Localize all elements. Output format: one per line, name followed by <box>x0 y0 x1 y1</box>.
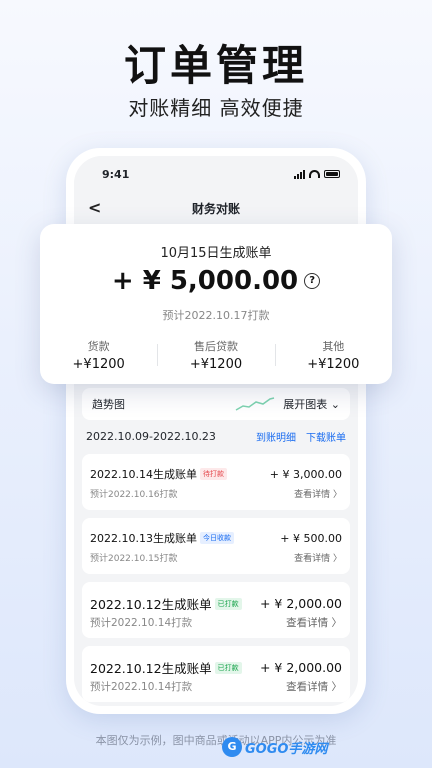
status-badge: 已打款 <box>214 597 242 610</box>
bill-expected: 预计2022.10.16打款 <box>90 490 178 500</box>
payout-detail-link[interactable]: 到账明细 <box>256 429 296 444</box>
trend-label: 趋势图 <box>92 398 125 411</box>
summary-stats: 货款 +¥1200 售后贷款 +¥1200 其他 +¥1200 <box>40 338 392 372</box>
stat-after-sale: 售后贷款 +¥1200 <box>157 338 274 372</box>
bill-expected: 预计2022.10.15打款 <box>90 554 178 564</box>
view-detail-link[interactable]: 查看详情 〉 <box>286 679 342 694</box>
view-detail-link[interactable]: 查看详情 〉 <box>286 615 342 630</box>
stat-other: 其他 +¥1200 <box>274 338 392 372</box>
trend-sparkline-icon <box>235 397 275 411</box>
stat-value: +¥1200 <box>189 357 243 372</box>
download-bill-link[interactable]: 下载账单 <box>306 429 346 444</box>
nav-bar: < 财务对账 <box>74 192 358 224</box>
status-time: 9:41 <box>102 167 130 181</box>
hero-subtitle: 对账精细 高效便捷 <box>128 96 304 120</box>
expand-chart-button[interactable]: 展开图表 ⌄ <box>283 396 340 412</box>
stat-value: +¥1200 <box>307 357 360 372</box>
bill-amount: + ¥ 2,000.00 <box>259 660 342 675</box>
stat-label: 其他 <box>322 340 345 353</box>
status-badge: 待打款 <box>199 468 227 480</box>
bill-card[interactable]: 2022.10.12生成账单 已打款 + ¥ 2,000.00 预计2022.1… <box>82 646 350 702</box>
status-bar: 9:41 <box>74 156 358 192</box>
trend-bar[interactable]: 趋势图 展开图表 ⌄ <box>82 388 350 420</box>
bill-name: 2022.10.12生成账单 <box>90 597 212 612</box>
view-detail-link[interactable]: 查看详情 〉 <box>294 487 342 500</box>
stat-label: 货款 <box>87 340 110 353</box>
stat-value: +¥1200 <box>72 357 125 372</box>
bill-expected: 预计2022.10.14打款 <box>90 681 193 693</box>
summary-amount-row: + ¥ 5,000.00? <box>40 266 392 296</box>
bill-amount: + ¥ 500.00 <box>280 531 342 545</box>
hero-title: 订单管理 <box>123 41 308 90</box>
status-icons <box>294 169 340 179</box>
status-badge: 已打款 <box>214 661 242 674</box>
period-range: 2022.10.09-2022.10.23 <box>86 429 216 443</box>
back-icon[interactable]: < <box>88 198 101 217</box>
help-icon[interactable]: ? <box>304 273 321 289</box>
stat-goods: 货款 +¥1200 <box>40 338 157 372</box>
bill-amount: + ¥ 2,000.00 <box>259 596 342 611</box>
footer-note: 本图仅为示例，图中商品或活动以APP内公示为准 <box>95 734 337 747</box>
signal-icon <box>294 169 305 179</box>
battery-icon <box>324 170 340 178</box>
bill-amount: + ¥ 3,000.00 <box>269 467 342 481</box>
summary-date: 10月15日生成账单 <box>160 246 272 261</box>
period-links: 到账明细 下载账单 <box>256 429 346 444</box>
period-row: 2022.10.09-2022.10.23 到账明细 下载账单 <box>86 426 346 446</box>
stat-label: 售后贷款 <box>193 340 238 353</box>
view-detail-link[interactable]: 查看详情 〉 <box>294 551 342 564</box>
summary-expected: 预计2022.10.17打款 <box>162 309 270 322</box>
trend-controls: 展开图表 ⌄ <box>235 395 340 413</box>
bill-card[interactable]: 2022.10.12生成账单 已打款 + ¥ 2,000.00 预计2022.1… <box>82 582 350 638</box>
bill-summary-card: 10月15日生成账单 + ¥ 5,000.00? 预计2022.10.17打款 … <box>40 224 392 384</box>
wifi-icon <box>309 170 320 178</box>
bill-card[interactable]: 2022.10.13生成账单 今日收款 + ¥ 500.00 预计2022.10… <box>82 518 350 574</box>
status-badge: 今日收款 <box>199 532 234 544</box>
watermark-logo-icon: G <box>222 737 242 757</box>
chevron-down-icon: ⌄ <box>330 398 340 411</box>
bill-name: 2022.10.14生成账单 <box>90 468 197 481</box>
summary-amount: + ¥ 5,000.00 <box>111 266 299 296</box>
page-title: 财务对账 <box>191 201 240 216</box>
bill-name: 2022.10.12生成账单 <box>90 661 212 676</box>
expand-chart-label: 展开图表 <box>283 398 328 411</box>
watermark: G GOGO手游网 <box>222 737 327 757</box>
bill-name: 2022.10.13生成账单 <box>90 532 197 545</box>
bill-expected: 预计2022.10.14打款 <box>90 617 193 629</box>
bill-card[interactable]: 2022.10.14生成账单 待打款 + ¥ 3,000.00 预计2022.1… <box>82 454 350 510</box>
watermark-text: GOGO手游网 <box>245 741 328 757</box>
